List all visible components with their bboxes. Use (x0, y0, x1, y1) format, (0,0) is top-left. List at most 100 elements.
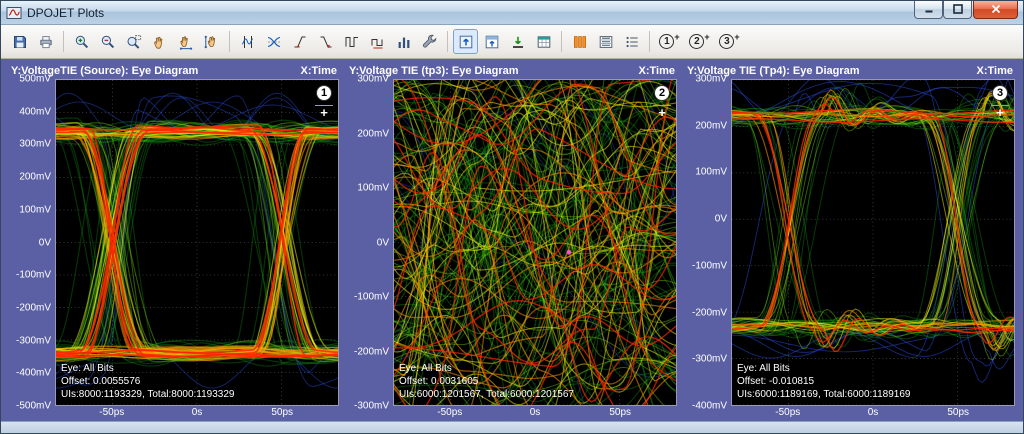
plot-2-select-button[interactable]: 2+ (685, 29, 714, 54)
plot-3-y-axis-labels: 300mV200mV100mV0V-100mV-200mV-300mV-400m… (685, 79, 731, 406)
minimize-icon (921, 1, 937, 17)
period-button[interactable] (339, 29, 364, 54)
dpojet-plots-window: DPOJET Plots (0, 0, 1024, 434)
y-tick-label: 100mV (357, 183, 389, 194)
pan-hand-icon (152, 34, 168, 50)
y-tick-label: -100mV (692, 260, 727, 271)
plot-3-expand-button[interactable]: + (991, 105, 1009, 120)
x-tick-label: 0s (530, 407, 541, 418)
x-tick-label: 0s (192, 407, 203, 418)
plot-3-eye-diagram[interactable]: Eye: All BitsOffset: -0.010815UIs:6000:1… (731, 79, 1015, 406)
save-button[interactable] (7, 29, 32, 54)
x-tick-label: 50ps (271, 407, 293, 418)
zoom-out-button[interactable] (95, 29, 120, 54)
pulse-width-button[interactable] (365, 29, 390, 54)
vertical-cursors-icon (240, 34, 256, 50)
y-tick-label: 100mV (695, 167, 727, 178)
plot-3-eye-canvas (732, 80, 1014, 405)
overlay-line: Eye: All Bits (399, 362, 574, 375)
pan-vertical-icon (204, 34, 220, 50)
y-tick-label: -400mV (16, 368, 51, 379)
plot-1-add-plus: + (674, 32, 679, 42)
results-table-icon (536, 34, 552, 50)
y-tick-label: 0V (715, 214, 727, 225)
toolbar-separator (63, 31, 64, 52)
plot-3-x-title: X:Time (977, 65, 1013, 77)
plot-1-expand-button[interactable]: + (315, 105, 333, 120)
y-tick-label: -100mV (354, 292, 389, 303)
detail-view-icon (624, 34, 640, 50)
window-title: DPOJET Plots (27, 6, 914, 20)
zoom-select-button[interactable] (121, 29, 146, 54)
plot-3-number-badge: 3 (992, 85, 1008, 101)
plot-panel-3: Y:Voltage TIE (Tp4): Eye Diagram X:Time … (685, 64, 1015, 421)
y-tick-label: 300mV (357, 74, 389, 85)
printer-icon (38, 34, 54, 50)
overlay-line: Eye: All Bits (737, 362, 910, 375)
y-tick-label: -300mV (354, 401, 389, 412)
plot-panel-1: Y:VoltageTIE (Source): Eye Diagram X:Tim… (9, 64, 339, 421)
plot-2-eye-diagram[interactable]: Eye: All BitsOffset: 0.0031605UIs:6000:1… (393, 79, 677, 406)
close-button[interactable] (973, 1, 1018, 19)
plot-1-select-button[interactable]: 1+ (655, 29, 684, 54)
save-icon (12, 34, 28, 50)
overlay-line: UIs:8000:1193329, Total:8000:1193329 (61, 388, 234, 401)
y-tick-label: 0V (39, 237, 51, 248)
plot-3-add-plus: + (734, 32, 739, 42)
plot-1-eye-diagram[interactable]: Eye: All BitsOffset: 0.0055576UIs:8000:1… (55, 79, 339, 406)
x-tick-label: -50ps (99, 407, 124, 418)
vertical-cursors-button[interactable] (235, 29, 260, 54)
app-icon (6, 5, 22, 21)
x-tick-label: 0s (868, 407, 879, 418)
plot-2-y-axis-labels: 300mV200mV100mV0V-100mV-200mV-300mV (347, 79, 393, 406)
histogram-view-button[interactable] (567, 29, 592, 54)
maximize-button[interactable] (943, 1, 972, 19)
fall-time-button[interactable] (313, 29, 338, 54)
minimize-button[interactable] (914, 1, 943, 19)
dock-plot-button[interactable] (479, 29, 504, 54)
spectrum-button[interactable] (391, 29, 416, 54)
dock-plot-icon (484, 34, 500, 50)
period-icon (344, 34, 360, 50)
pan-horizontal-icon (178, 34, 194, 50)
title-bar[interactable]: DPOJET Plots (1, 1, 1023, 25)
eye-mask-button[interactable] (261, 29, 286, 54)
overlay-line: Offset: 0.0055576 (61, 375, 234, 388)
pan-hand-button[interactable] (147, 29, 172, 54)
toolbar-separator (649, 31, 650, 52)
summary-view-button[interactable] (593, 29, 618, 54)
plot-2-expand-button[interactable]: + (653, 105, 671, 120)
rise-time-icon (292, 34, 308, 50)
export-plot-button[interactable] (453, 29, 478, 54)
plot-1-y-axis-labels: 500mV400mV300mV200mV100mV0V-100mV-200mV-… (9, 79, 55, 406)
configure-button[interactable] (417, 29, 442, 54)
y-tick-label: 200mV (695, 120, 727, 131)
overlay-line: UIs:6000:1189169, Total:6000:1189169 (737, 388, 910, 401)
histogram-icon (572, 34, 588, 50)
fall-time-icon (318, 34, 334, 50)
plot-panel-2: Y:Voltage TIE (tp3): Eye Diagram X:Time … (347, 64, 677, 421)
pan-horizontal-button[interactable] (173, 29, 198, 54)
pan-vertical-button[interactable] (199, 29, 224, 54)
save-data-button[interactable] (505, 29, 530, 54)
plot-2-overlay-stats: Eye: All BitsOffset: 0.0031605UIs:6000:1… (399, 362, 574, 401)
print-button[interactable] (33, 29, 58, 54)
zoom-out-icon (100, 34, 116, 50)
zoom-in-button[interactable] (69, 29, 94, 54)
plot-1-eye-canvas (56, 80, 338, 405)
plot-3-select-button[interactable]: 3+ (715, 29, 744, 54)
plot-1-number-badge: 1 (316, 85, 332, 101)
results-table-button[interactable] (531, 29, 556, 54)
y-tick-label: -300mV (16, 335, 51, 346)
save-data-icon (510, 34, 526, 50)
y-tick-label: -300mV (692, 354, 727, 365)
detail-view-button[interactable] (619, 29, 644, 54)
y-tick-label: -100mV (16, 270, 51, 281)
y-tick-label: 0V (377, 237, 389, 248)
toolbar-separator (561, 31, 562, 52)
plot-3-x-axis-labels: -50ps0s50ps (731, 406, 1015, 421)
y-tick-label: -200mV (16, 302, 51, 313)
rise-time-button[interactable] (287, 29, 312, 54)
window-bottom-frame (1, 421, 1023, 433)
y-tick-label: 200mV (357, 128, 389, 139)
